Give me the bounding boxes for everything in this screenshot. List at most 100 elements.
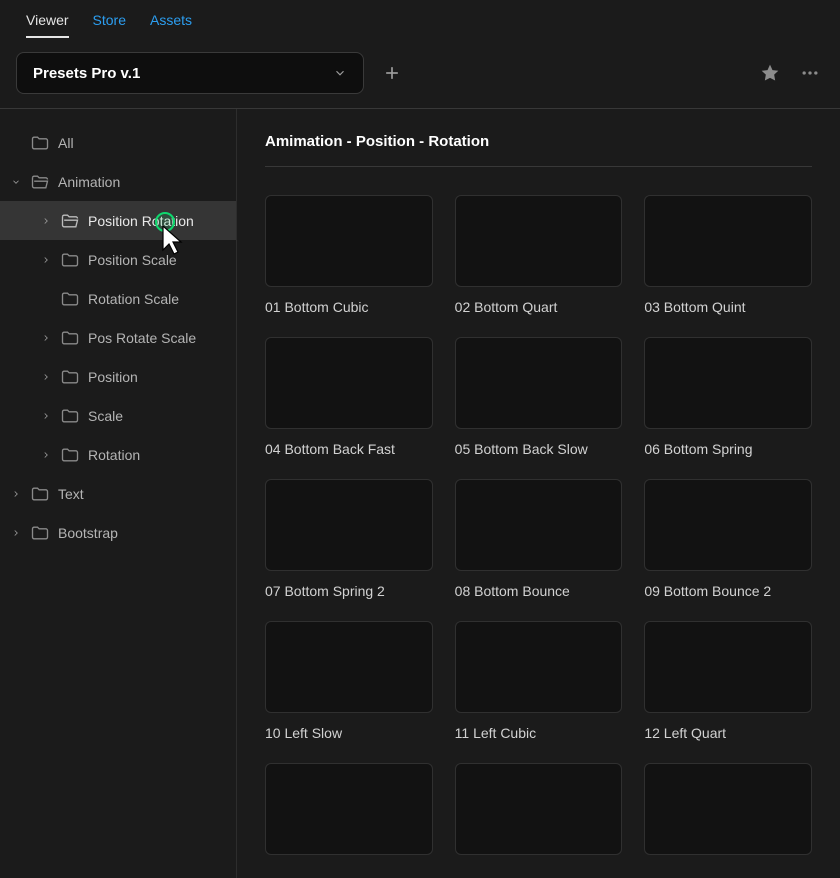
- preset-label: 03 Bottom Quint: [644, 299, 812, 315]
- preset-dropdown-label: Presets Pro v.1: [33, 65, 140, 82]
- chevron-right-icon: [40, 255, 52, 265]
- preset-grid: 01 Bottom Cubic 02 Bottom Quart 03 Bottom …: [265, 195, 812, 855]
- preset-thumbnail: [644, 195, 812, 287]
- tab-bar: Viewer Store Assets: [0, 0, 840, 38]
- add-button[interactable]: [378, 59, 406, 87]
- sidebar-item-pos-rotate-scale[interactable]: Pos Rotate Scale: [0, 318, 236, 357]
- sidebar-item-rotation[interactable]: Rotation: [0, 435, 236, 474]
- preset-card[interactable]: 12 Left Quart: [644, 621, 812, 741]
- preset-thumbnail: [644, 621, 812, 713]
- preset-card[interactable]: 11 Left Cubic: [455, 621, 623, 741]
- preset-label: 07 Bottom Spring 2: [265, 583, 433, 599]
- sidebar-item-label: Rotation: [88, 447, 140, 463]
- sidebar-item-label: Scale: [88, 408, 123, 424]
- preset-thumbnail: [265, 763, 433, 855]
- preset-card[interactable]: 10 Left Slow: [265, 621, 433, 741]
- preset-thumbnail: [644, 337, 812, 429]
- favorite-button[interactable]: [756, 59, 784, 87]
- toolbar: Presets Pro v.1: [0, 38, 840, 108]
- chevron-down-icon: [333, 66, 347, 80]
- preset-thumbnail: [265, 337, 433, 429]
- sidebar-item-label: Position Scale: [88, 252, 177, 268]
- preset-card[interactable]: 09 Bottom Bounce 2: [644, 479, 812, 599]
- preset-label: 05 Bottom Back Slow: [455, 441, 623, 457]
- tab-viewer[interactable]: Viewer: [26, 12, 69, 38]
- preset-label: 06 Bottom Spring: [644, 441, 812, 457]
- chevron-right-icon: [40, 450, 52, 460]
- sidebar-item-label: Pos Rotate Scale: [88, 330, 196, 346]
- sidebar-item-position[interactable]: Position: [0, 357, 236, 396]
- content-title: Amimation - Position - Rotation: [265, 133, 812, 167]
- preset-card[interactable]: [455, 763, 623, 855]
- preset-thumbnail: [265, 621, 433, 713]
- preset-thumbnail: [644, 479, 812, 571]
- preset-card[interactable]: 05 Bottom Back Slow: [455, 337, 623, 457]
- sidebar-item-rotation-scale[interactable]: Rotation Scale: [0, 279, 236, 318]
- sidebar-item-animation[interactable]: Animation: [0, 162, 236, 201]
- sidebar-item-label: Rotation Scale: [88, 291, 179, 307]
- sidebar-item-scale[interactable]: Scale: [0, 396, 236, 435]
- sidebar-item-label: Position Rotation: [88, 213, 194, 229]
- preset-label: 04 Bottom Back Fast: [265, 441, 433, 457]
- chevron-right-icon: [10, 528, 22, 538]
- sidebar-item-label: All: [58, 135, 74, 151]
- folder-icon: [30, 484, 50, 504]
- preset-card[interactable]: [265, 763, 433, 855]
- main: All Animation Position Rotation Position…: [0, 109, 840, 878]
- preset-thumbnail: [455, 621, 623, 713]
- sidebar-item-label: Bootstrap: [58, 525, 118, 541]
- folder-icon: [60, 289, 80, 309]
- folder-icon: [60, 250, 80, 270]
- preset-thumbnail: [455, 195, 623, 287]
- preset-card[interactable]: 07 Bottom Spring 2: [265, 479, 433, 599]
- preset-thumbnail: [455, 479, 623, 571]
- preset-label: 12 Left Quart: [644, 725, 812, 741]
- preset-thumbnail: [644, 763, 812, 855]
- preset-label: 11 Left Cubic: [455, 725, 623, 741]
- preset-label: 08 Bottom Bounce: [455, 583, 623, 599]
- preset-card[interactable]: 03 Bottom Quint: [644, 195, 812, 315]
- preset-thumbnail: [455, 337, 623, 429]
- preset-label: 09 Bottom Bounce 2: [644, 583, 812, 599]
- sidebar-item-label: Animation: [58, 174, 120, 190]
- sidebar-item-label: Position: [88, 369, 138, 385]
- chevron-right-icon: [10, 489, 22, 499]
- sidebar-item-text[interactable]: Text: [0, 474, 236, 513]
- chevron-right-icon: [40, 411, 52, 421]
- preset-card[interactable]: 01 Bottom Cubic: [265, 195, 433, 315]
- tab-assets[interactable]: Assets: [150, 12, 192, 38]
- folder-icon: [60, 445, 80, 465]
- content: Amimation - Position - Rotation 01 Botto…: [237, 109, 840, 878]
- sidebar-item-all[interactable]: All: [0, 123, 236, 162]
- folder-icon: [30, 523, 50, 543]
- preset-label: 10 Left Slow: [265, 725, 433, 741]
- preset-card[interactable]: 06 Bottom Spring: [644, 337, 812, 457]
- tab-store[interactable]: Store: [93, 12, 126, 38]
- preset-thumbnail: [265, 479, 433, 571]
- folder-icon: [60, 328, 80, 348]
- preset-dropdown[interactable]: Presets Pro v.1: [16, 52, 364, 94]
- chevron-right-icon: [40, 372, 52, 382]
- chevron-right-icon: [40, 333, 52, 343]
- sidebar-item-position-scale[interactable]: Position Scale: [0, 240, 236, 279]
- preset-card[interactable]: [644, 763, 812, 855]
- preset-card[interactable]: 08 Bottom Bounce: [455, 479, 623, 599]
- sidebar: All Animation Position Rotation Position…: [0, 109, 237, 878]
- preset-label: 01 Bottom Cubic: [265, 299, 433, 315]
- sidebar-item-label: Text: [58, 486, 84, 502]
- folder-open-icon: [60, 211, 80, 231]
- folder-icon: [30, 133, 50, 153]
- preset-label: 02 Bottom Quart: [455, 299, 623, 315]
- sidebar-item-position-rotation[interactable]: Position Rotation: [0, 201, 236, 240]
- folder-icon: [60, 406, 80, 426]
- chevron-down-icon: [10, 177, 22, 187]
- preset-card[interactable]: 04 Bottom Back Fast: [265, 337, 433, 457]
- preset-card[interactable]: 02 Bottom Quart: [455, 195, 623, 315]
- preset-thumbnail: [265, 195, 433, 287]
- folder-icon: [60, 367, 80, 387]
- more-button[interactable]: [796, 59, 824, 87]
- sidebar-item-bootstrap[interactable]: Bootstrap: [0, 513, 236, 552]
- folder-open-icon: [30, 172, 50, 192]
- chevron-right-icon: [40, 216, 52, 226]
- preset-thumbnail: [455, 763, 623, 855]
